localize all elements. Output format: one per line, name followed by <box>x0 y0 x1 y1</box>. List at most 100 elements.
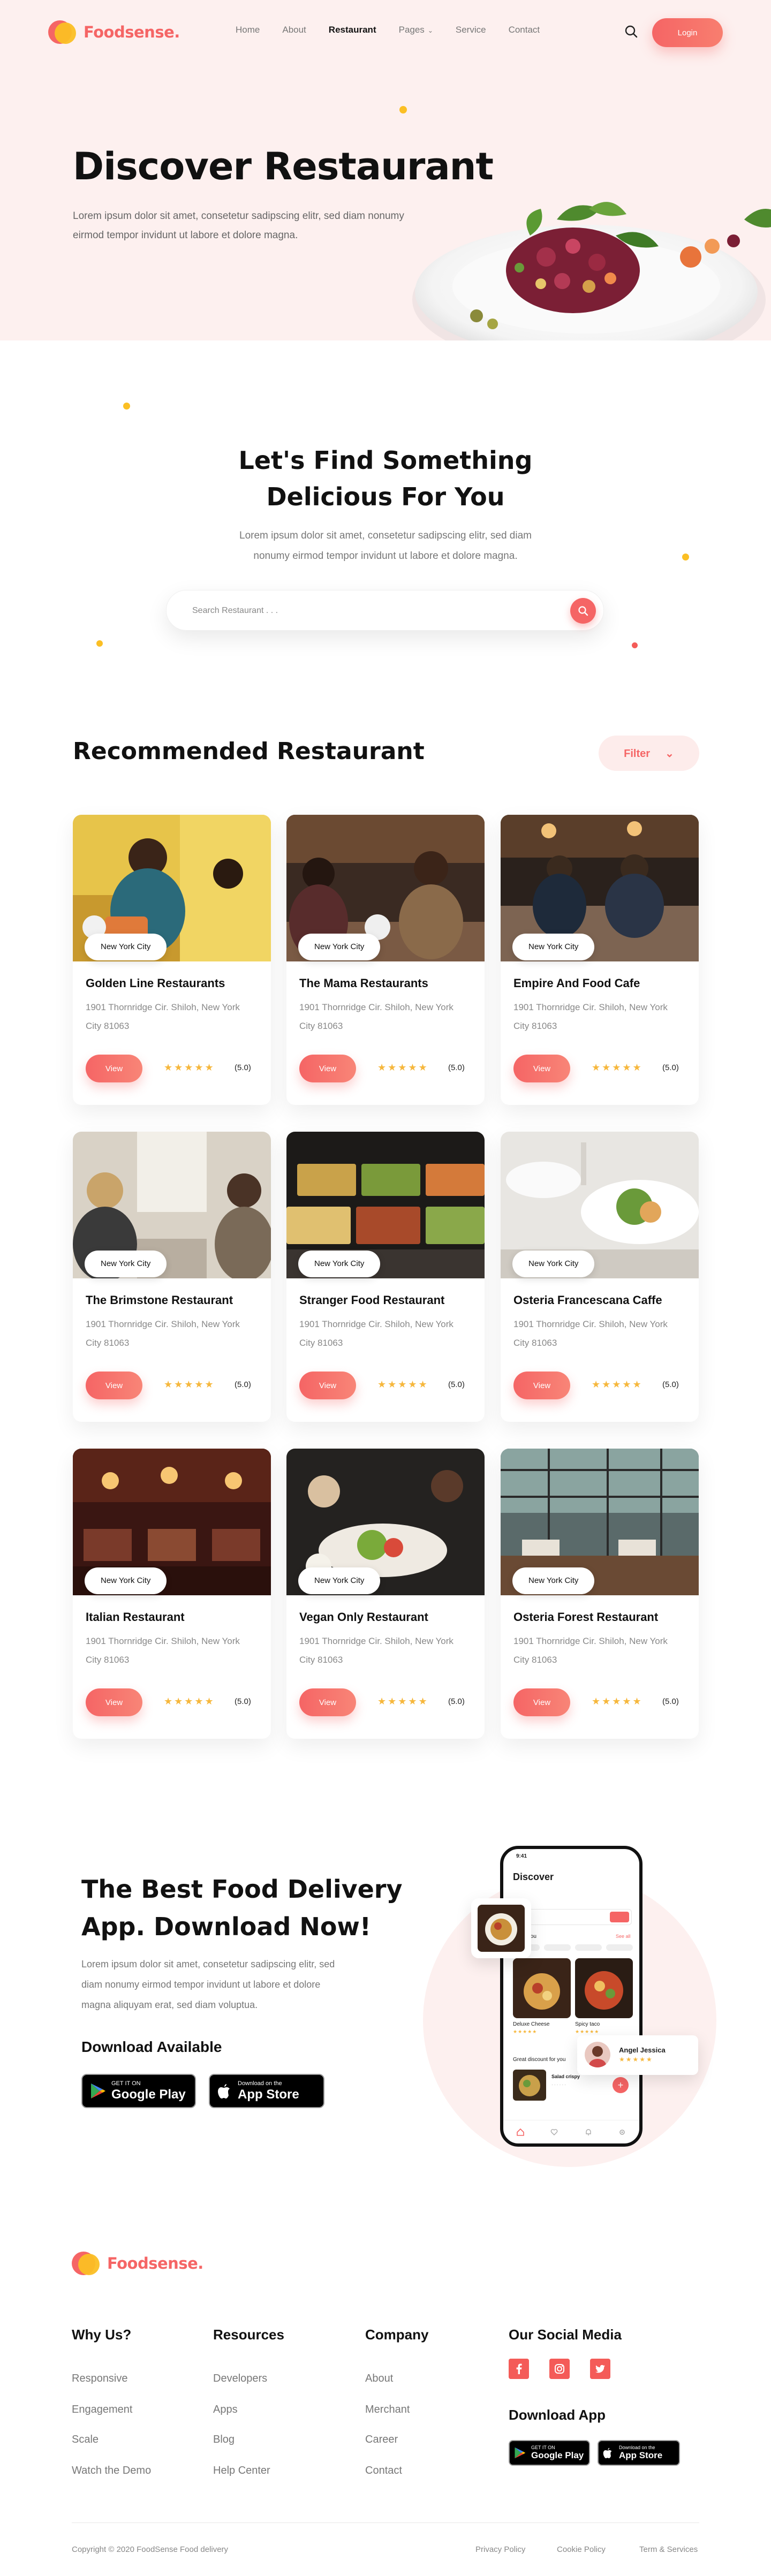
rating-value: (5.0) <box>662 1697 679 1706</box>
restaurant-card[interactable]: New York City Italian Restaurant 1901 Th… <box>73 1449 271 1739</box>
phone-mockup: 9:41 Discover dy for you See all Deluxe … <box>500 1846 642 2147</box>
footer-google-play-button[interactable]: GET IT ON Google Play <box>509 2440 590 2466</box>
hero-section: Foodsense. Home About Restaurant Pages ⌄ … <box>0 0 771 340</box>
footer-link[interactable]: Career <box>365 2434 398 2446</box>
restaurant-search-input[interactable] <box>192 602 535 619</box>
footer-link[interactable]: Contact <box>365 2465 402 2477</box>
restaurant-search-box <box>166 590 604 631</box>
recommended-title: Recommended Restaurant <box>73 738 425 765</box>
view-button[interactable]: View <box>299 1688 356 1716</box>
privacy-policy-link[interactable]: Privacy Policy <box>475 2545 525 2554</box>
plus-icon: + <box>613 2077 629 2093</box>
home-icon <box>516 2128 524 2136</box>
search-submit-button[interactable] <box>570 598 596 624</box>
nav-item-contact[interactable]: Contact <box>509 25 540 35</box>
restaurant-name: The Mama Restaurants <box>299 976 428 990</box>
search-icon <box>578 606 588 616</box>
heart-icon <box>550 2128 558 2135</box>
search-icon[interactable] <box>624 25 638 39</box>
avatar <box>585 2042 610 2067</box>
city-badge: New York City <box>298 934 381 960</box>
restaurant-name: The Brimstone Restaurant <box>86 1293 233 1307</box>
google-play-big: Google Play <box>531 2450 584 2460</box>
star-rating-icon: ★★★★★ <box>377 1696 429 1707</box>
city-badge: New York City <box>298 1567 381 1594</box>
restaurant-name: Osteria Forest Restaurant <box>513 1610 659 1624</box>
app-store-small: Download on the <box>619 2445 655 2450</box>
restaurant-card[interactable]: New York City The Mama Restaurants 1901 … <box>286 815 485 1105</box>
footer-link[interactable]: Merchant <box>365 2404 410 2416</box>
star-rating-icon: ★★★★★ <box>592 1696 643 1707</box>
view-button[interactable]: View <box>513 1055 570 1082</box>
footer-link[interactable]: Help Center <box>213 2465 270 2477</box>
star-rating-icon: ★★★★★ <box>377 1062 429 1073</box>
footer-col-title: Why Us? <box>72 2327 132 2343</box>
nav-item-pages[interactable]: Pages ⌄ <box>399 25 433 35</box>
restaurant-card[interactable]: New York City Stranger Food Restaurant 1… <box>286 1132 485 1422</box>
star-rating-icon: ★★★★★ <box>164 1379 215 1390</box>
login-button[interactable]: Login <box>652 18 723 47</box>
footer-link[interactable]: Scale <box>72 2434 99 2446</box>
restaurant-card[interactable]: New York City Osteria Francescana Caffe … <box>501 1132 699 1422</box>
filter-button[interactable]: Filter ⌄ <box>599 736 699 771</box>
footer-link[interactable]: Apps <box>213 2404 238 2416</box>
footer-link[interactable]: About <box>365 2373 393 2385</box>
restaurant-card[interactable]: New York City Golden Line Restaurants 19… <box>73 815 271 1105</box>
decor-dot <box>399 106 407 113</box>
restaurant-card[interactable]: New York City Vegan Only Restaurant 1901… <box>286 1449 485 1739</box>
city-badge: New York City <box>512 1251 595 1277</box>
nav-links: Home About Restaurant Pages ⌄ Service Con… <box>236 25 562 35</box>
restaurant-card[interactable]: New York City Osteria Forest Restaurant … <box>501 1449 699 1739</box>
star-rating-icon: ★★★★★ <box>592 1379 643 1390</box>
restaurant-name: Vegan Only Restaurant <box>299 1610 428 1624</box>
city-badge: New York City <box>298 1251 381 1277</box>
nav-item-service[interactable]: Service <box>456 25 486 35</box>
find-subtitle: Lorem ipsum dolor sit amet, consetetur s… <box>239 530 532 562</box>
google-play-icon <box>515 2447 526 2459</box>
footer-link[interactable]: Developers <box>213 2373 267 2385</box>
rating-value: (5.0) <box>235 1380 251 1389</box>
google-play-big: Google Play <box>111 2087 186 2102</box>
footer-logo[interactable]: Foodsense. <box>72 2251 203 2276</box>
view-button[interactable]: View <box>86 1372 142 1399</box>
footer-app-store-button[interactable]: Download on the App Store <box>598 2440 680 2466</box>
footer-link[interactable]: Blog <box>213 2434 235 2446</box>
restaurant-card[interactable]: New York City Empire And Food Cafe 1901 … <box>501 815 699 1105</box>
terms-link[interactable]: Term & Services <box>639 2545 698 2554</box>
app-store-big: App Store <box>238 2087 299 2102</box>
nav-item-restaurant[interactable]: Restaurant <box>329 25 376 35</box>
app-store-button[interactable]: Download on the App Store <box>209 2074 324 2108</box>
find-title: Let's Find Something Delicious For You <box>0 442 771 515</box>
google-play-button[interactable]: GET IT ON Google Play <box>81 2074 196 2108</box>
twitter-icon[interactable] <box>590 2359 610 2379</box>
view-button[interactable]: View <box>86 1055 142 1082</box>
star-rating-icon: ★★★★★ <box>575 2029 600 2034</box>
cookie-policy-link[interactable]: Cookie Policy <box>557 2545 606 2554</box>
restaurant-address: 1901 Thornridge Cir. Shiloh, New York Ci… <box>299 1002 453 1031</box>
footer-brand-name: Foodsense. <box>107 2254 203 2272</box>
footer-link[interactable]: Engagement <box>72 2404 132 2416</box>
view-button[interactable]: View <box>299 1055 356 1082</box>
star-rating-icon: ★★★★★ <box>164 1062 215 1073</box>
nav-item-home[interactable]: Home <box>236 25 260 35</box>
star-rating-icon: ★★★★★ <box>592 1062 643 1073</box>
food-plate-image <box>412 202 771 340</box>
brand-logo[interactable]: Foodsense. <box>48 19 180 45</box>
view-button[interactable]: View <box>513 1372 570 1399</box>
view-button[interactable]: View <box>86 1688 142 1716</box>
decor-dot <box>123 403 130 410</box>
view-button[interactable]: View <box>299 1372 356 1399</box>
app-title-line1: The Best Food Delivery <box>81 1875 403 1904</box>
page: Foodsense. Home About Restaurant Pages ⌄ … <box>0 0 771 2576</box>
instagram-icon[interactable] <box>549 2359 570 2379</box>
footer-link[interactable]: Responsive <box>72 2373 128 2385</box>
facebook-icon[interactable] <box>509 2359 529 2379</box>
nav-item-about[interactable]: About <box>282 25 306 35</box>
footer-link[interactable]: Watch the Demo <box>72 2465 151 2477</box>
view-button[interactable]: View <box>513 1688 570 1716</box>
footer-divider <box>72 2522 699 2523</box>
city-badge: New York City <box>85 1567 167 1594</box>
footer-col-title: Resources <box>213 2327 284 2343</box>
restaurant-name: Empire And Food Cafe <box>513 976 640 990</box>
restaurant-card[interactable]: New York City The Brimstone Restaurant 1… <box>73 1132 271 1422</box>
